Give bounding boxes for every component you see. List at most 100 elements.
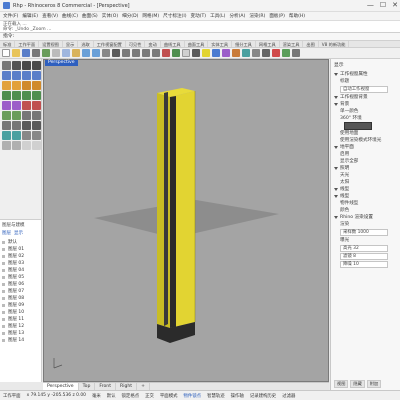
tab-subd-tools[interactable]: 细分工具 xyxy=(232,41,256,47)
menu-tools[interactable]: 工具(L) xyxy=(210,13,225,19)
join-icon[interactable] xyxy=(2,111,11,120)
menu-render[interactable]: 渲染(R) xyxy=(249,13,265,19)
section-linetype[interactable]: 线型 xyxy=(334,186,397,193)
zoom-selected-icon[interactable] xyxy=(152,49,160,57)
array-icon[interactable] xyxy=(32,121,41,130)
help-icon[interactable] xyxy=(262,49,270,57)
lighting-option[interactable]: 天光 xyxy=(334,172,397,179)
select-arrow-icon[interactable] xyxy=(2,61,11,70)
menu-surface[interactable]: 曲面(S) xyxy=(82,13,98,19)
paste-icon[interactable] xyxy=(72,49,80,57)
close-button[interactable]: ✕ xyxy=(392,1,398,9)
arc-icon[interactable] xyxy=(22,71,31,80)
extrude-icon[interactable] xyxy=(12,81,21,90)
mirror-icon[interactable] xyxy=(22,121,31,130)
grasshopper-icon[interactable] xyxy=(282,49,290,57)
fillet-icon[interactable] xyxy=(2,141,11,150)
panel-tab-hide[interactable]: 隐藏 xyxy=(350,380,365,388)
zoom-extents-icon[interactable] xyxy=(142,49,150,57)
split-icon[interactable] xyxy=(32,101,41,110)
layer-item[interactable]: 图层 08 xyxy=(2,295,39,302)
panel-tab-view[interactable]: 视图 xyxy=(334,380,349,388)
text-icon[interactable] xyxy=(12,131,21,140)
samples-field[interactable]: 采样数 1000 xyxy=(340,229,388,236)
rectangle-icon[interactable] xyxy=(32,71,41,80)
block-icon[interactable] xyxy=(32,141,41,150)
import-icon[interactable] xyxy=(42,49,50,57)
sphere-icon[interactable] xyxy=(12,91,21,100)
tab-render-tools[interactable]: 渲染工具 xyxy=(280,41,304,47)
tab-select[interactable]: 选取 xyxy=(78,41,94,47)
open-file-icon[interactable] xyxy=(12,49,20,57)
curve-icon[interactable] xyxy=(2,71,11,80)
layer-item[interactable]: 图层 01 xyxy=(2,246,39,253)
tab-transform[interactable]: 变动 xyxy=(145,41,161,47)
section-linetype-2[interactable]: 线型 xyxy=(334,193,397,200)
move-icon[interactable] xyxy=(22,111,31,120)
tab-display[interactable]: 显示 xyxy=(63,41,79,47)
ground-option[interactable]: 显示全部 xyxy=(334,158,397,165)
menu-analyze[interactable]: 分析(A) xyxy=(229,13,245,19)
group-icon[interactable] xyxy=(22,141,31,150)
point-icon[interactable] xyxy=(12,61,21,70)
section-viewport-props[interactable]: 工作视窗属性 xyxy=(334,71,397,78)
menu-subd[interactable]: 细分(D) xyxy=(122,13,138,19)
panel-tab-attach[interactable]: 附加 xyxy=(366,380,382,388)
layer-item[interactable]: 图层 02 xyxy=(2,253,39,260)
properties-icon[interactable] xyxy=(292,49,300,57)
subd-icon[interactable] xyxy=(12,101,21,110)
rotate-icon[interactable] xyxy=(2,121,11,130)
menu-dimension[interactable]: 尺寸标注(I) xyxy=(163,13,186,19)
redo-icon[interactable] xyxy=(92,49,100,57)
tab-mesh-tools[interactable]: 网格工具 xyxy=(256,41,280,47)
layer-item[interactable]: 图层 11 xyxy=(2,316,39,323)
layer-item[interactable]: 图层 09 xyxy=(2,302,39,309)
layer-item[interactable]: 图层 07 xyxy=(2,288,39,295)
status-units[interactable]: 毫米 xyxy=(92,393,101,399)
polyline-icon[interactable] xyxy=(32,61,41,70)
view-tab-right[interactable]: Right xyxy=(116,383,138,390)
cplane-icon[interactable] xyxy=(172,49,180,57)
layer-icon[interactable] xyxy=(212,49,220,57)
zoom-icon[interactable] xyxy=(122,49,130,57)
explode-icon[interactable] xyxy=(12,111,21,120)
analyze-icon[interactable] xyxy=(22,131,31,140)
tab-layers[interactable]: 图层 xyxy=(2,230,11,236)
tab-visibility[interactable]: 可见性 xyxy=(126,41,146,47)
menu-help[interactable]: 帮助(H) xyxy=(289,13,305,19)
menu-view[interactable]: 查看(V) xyxy=(42,13,58,19)
maximize-button[interactable]: ☐ xyxy=(380,1,386,9)
shaded-icon[interactable] xyxy=(192,49,200,57)
status-history[interactable]: 记录建构历史 xyxy=(250,393,276,399)
viewport-title-field[interactable]: 自动工作视窗 xyxy=(340,86,388,93)
filter-field[interactable]: 滤镜 8 xyxy=(340,253,388,260)
tab-new-in-v8[interactable]: V8 的新功能 xyxy=(319,41,350,47)
layer-item[interactable]: 图层 13 xyxy=(2,330,39,337)
line-icon[interactable] xyxy=(22,61,31,70)
layer-item[interactable]: 图层 14 xyxy=(2,337,39,344)
status-osnap[interactable]: 物件锁点 xyxy=(183,393,201,399)
layer-item[interactable]: 默认 xyxy=(2,239,39,246)
background-option[interactable]: 使用渲染模式环境光 xyxy=(334,137,397,144)
menu-transform[interactable]: 变动(T) xyxy=(191,13,207,19)
lighting-option[interactable]: 太阳 xyxy=(334,179,397,186)
boolean-icon[interactable] xyxy=(32,91,41,100)
new-file-icon[interactable] xyxy=(2,49,10,57)
loft-icon[interactable] xyxy=(22,81,31,90)
tab-set-view[interactable]: 设置视图 xyxy=(39,41,63,47)
perspective-viewport[interactable]: Perspective xyxy=(43,59,329,382)
section-render-settings[interactable]: Rhino 渲染设置 xyxy=(334,214,397,221)
highlight-field[interactable]: 高光 32 xyxy=(340,245,388,252)
scale-icon[interactable] xyxy=(12,121,21,130)
environment-swatch[interactable] xyxy=(344,122,372,130)
section-lighting[interactable]: 照明 xyxy=(334,165,397,172)
tab-viewport-layout[interactable]: 工作视窗配置 xyxy=(94,41,126,47)
tab-surface-tools[interactable]: 曲面工具 xyxy=(185,41,209,47)
material-icon[interactable] xyxy=(222,49,230,57)
print-icon[interactable] xyxy=(32,49,40,57)
options-icon[interactable] xyxy=(252,49,260,57)
status-grid-snap[interactable]: 锁定格点 xyxy=(122,393,140,399)
status-planar[interactable]: 平面模式 xyxy=(160,393,178,399)
status-smarttrack[interactable]: 智慧轨迹 xyxy=(207,393,225,399)
linetype-option[interactable]: 物件线型 xyxy=(334,200,397,207)
